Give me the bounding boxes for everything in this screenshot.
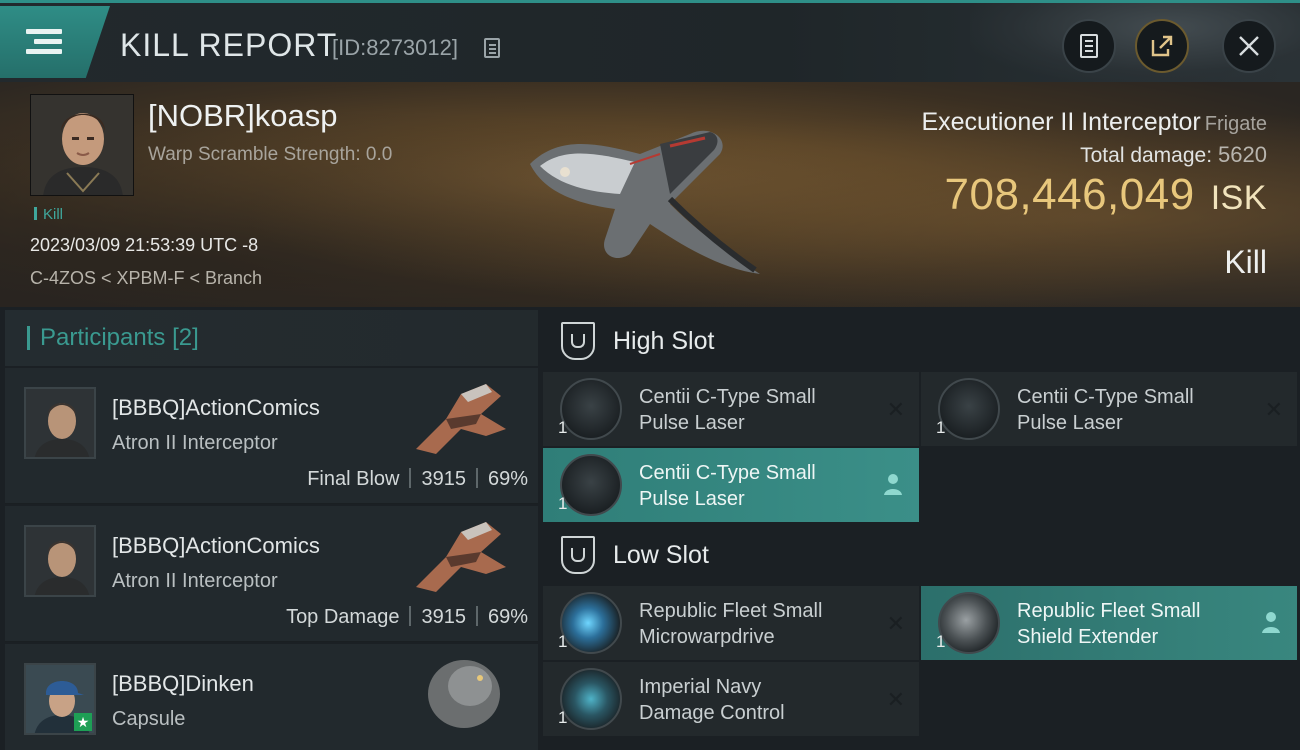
total-damage: Total damage: 5620 [1080,142,1267,168]
module-name: Centii C-Type Small Pulse Laser [639,386,816,434]
participant-ship-image [416,384,506,454]
participants-header: Participants [2] [5,310,538,366]
low-slot-row: 1 Republic Fleet Small Microwarpdrive ✕ 1… [543,586,1300,662]
module-item[interactable]: 1 Republic Fleet Small Microwarpdrive ✕ [543,586,919,660]
star-badge-icon: ★ [74,713,92,731]
participant-ship: Atron II Interceptor [112,432,278,454]
participant-stats: Final Blow 3915 69% [307,468,528,491]
share-button[interactable] [1135,19,1189,73]
participant-ship: Capsule [112,708,186,730]
module-item[interactable]: 1 Centii C-Type Small Pulse Laser ✕ [921,372,1297,446]
warp-scramble-strength: Warp Scramble Strength: 0.0 [148,144,393,165]
module-item[interactable]: 1 Centii C-Type Small Pulse Laser ✕ [543,372,919,446]
participant-row[interactable]: ★ [BBBQ]Dinken Capsule [5,644,538,750]
participant-percent: 69% [487,468,528,490]
participant-row[interactable]: [BBBQ]ActionComics Atron II Interceptor … [5,506,538,642]
low-slot-label: Low Slot [613,540,709,569]
participant-role: Top Damage [286,606,400,628]
menu-button[interactable] [0,6,110,78]
kill-datetime: 2023/03/09 21:53:39 UTC -8 [30,235,259,255]
slot-shield-icon [561,322,595,360]
module-qty: 1 [558,708,568,727]
pulse-laser-icon [560,378,622,440]
module-qty: 1 [936,632,946,651]
participant-name: [BBBQ]ActionComics [112,533,320,558]
module-name: Centii C-Type Small Pulse Laser [1017,386,1194,434]
low-slot-header: Low Slot [543,524,1300,586]
participant-damage: 3915 [421,606,466,628]
capsule-image [428,660,500,728]
menu-icon [26,29,62,55]
module-item[interactable]: 1 Centii C-Type Small Pulse Laser [543,448,919,522]
victim-name[interactable]: [NOBR]koasp [148,98,338,134]
module-item[interactable]: 1 Imperial Navy Damage Control ✕ [543,662,919,736]
destroyed-icon: ✕ [886,611,905,636]
top-bar: KILL REPORT [ID:8273012] [0,0,1300,85]
isk-value: 708,446,049 ISK [945,170,1268,220]
notes-button[interactable] [1062,19,1116,73]
participant-stats: Top Damage 3915 69% [286,606,528,629]
destroyed-icon: ✕ [886,687,905,712]
report-id: [ID:8273012] [332,35,458,60]
victim-ship-name[interactable]: Executioner II Interceptor Frigate [921,108,1267,137]
close-button[interactable] [1222,19,1276,73]
victim-portrait[interactable] [30,94,134,196]
pilot-icon [1262,612,1280,633]
fitting-panel: High Slot 1 Centii C-Type Small Pulse Las… [543,310,1300,750]
module-item[interactable]: 1 Republic Fleet Small Shield Extender [921,586,1297,660]
participant-percent: 69% [487,606,528,628]
destroyed-icon: ✕ [886,397,905,422]
shield-extender-icon [938,592,1000,654]
copy-icon[interactable] [484,38,500,58]
kill-outcome: Kill [1224,244,1267,280]
ship-class: Frigate [1204,113,1267,135]
participant-ship: Atron II Interceptor [112,570,278,592]
total-damage-label: Total damage: [1080,144,1213,167]
participant-role: Final Blow [307,468,400,490]
high-slot-header: High Slot [543,310,1300,372]
ship-name-text: Executioner II Interceptor [921,108,1201,136]
module-name: Republic Fleet Small Microwarpdrive [639,600,823,648]
participant-name: [BBBQ]ActionComics [112,395,320,420]
high-slot-label: High Slot [613,326,715,355]
participants-panel: Participants [2] [BBBQ]ActionComics Atro… [5,310,538,750]
kill-tag: Kill [34,206,63,223]
microwarpdrive-icon [560,592,622,654]
notes-icon [1080,34,1098,58]
pulse-laser-icon [560,454,622,516]
victim-ship-image[interactable] [520,94,780,279]
module-qty: 1 [558,494,568,513]
share-icon [1151,35,1173,57]
participant-ship-image [416,522,506,592]
participant-portrait [24,525,96,597]
victim-panel: [NOBR]koasp Warp Scramble Strength: 0.0 … [0,82,1300,307]
pulse-laser-icon [938,378,1000,440]
total-damage-value: 5620 [1218,142,1267,167]
destroyed-icon: ✕ [1264,397,1283,422]
isk-unit: ISK [1210,179,1267,217]
slot-shield-icon [561,536,595,574]
participants-title: Participants [2] [40,324,199,351]
module-name: Imperial Navy Damage Control [639,676,785,724]
high-slot-row: 1 Centii C-Type Small Pulse Laser ✕ 1 Cen… [543,372,1300,448]
participant-row[interactable]: [BBBQ]ActionComics Atron II Interceptor … [5,368,538,504]
kill-location[interactable]: C-4ZOS < XPBM-F < Branch [30,268,262,289]
module-name: Centii C-Type Small Pulse Laser [639,462,816,510]
module-qty: 1 [558,632,568,651]
module-qty: 1 [558,418,568,437]
participant-damage: 3915 [421,468,466,490]
pilot-icon [884,474,902,495]
isk-amount: 708,446,049 [944,170,1195,219]
page-title: KILL REPORT [120,27,338,63]
participant-name: [BBBQ]Dinken [112,671,254,696]
participant-portrait [24,387,96,459]
module-name: Republic Fleet Small Shield Extender [1017,600,1201,648]
close-icon [1239,36,1259,56]
participant-portrait: ★ [24,663,96,735]
low-slot-row: 1 Imperial Navy Damage Control ✕ [543,662,1300,738]
module-qty: 1 [936,418,946,437]
high-slot-row: 1 Centii C-Type Small Pulse Laser [543,448,1300,524]
damage-control-icon [560,668,622,730]
